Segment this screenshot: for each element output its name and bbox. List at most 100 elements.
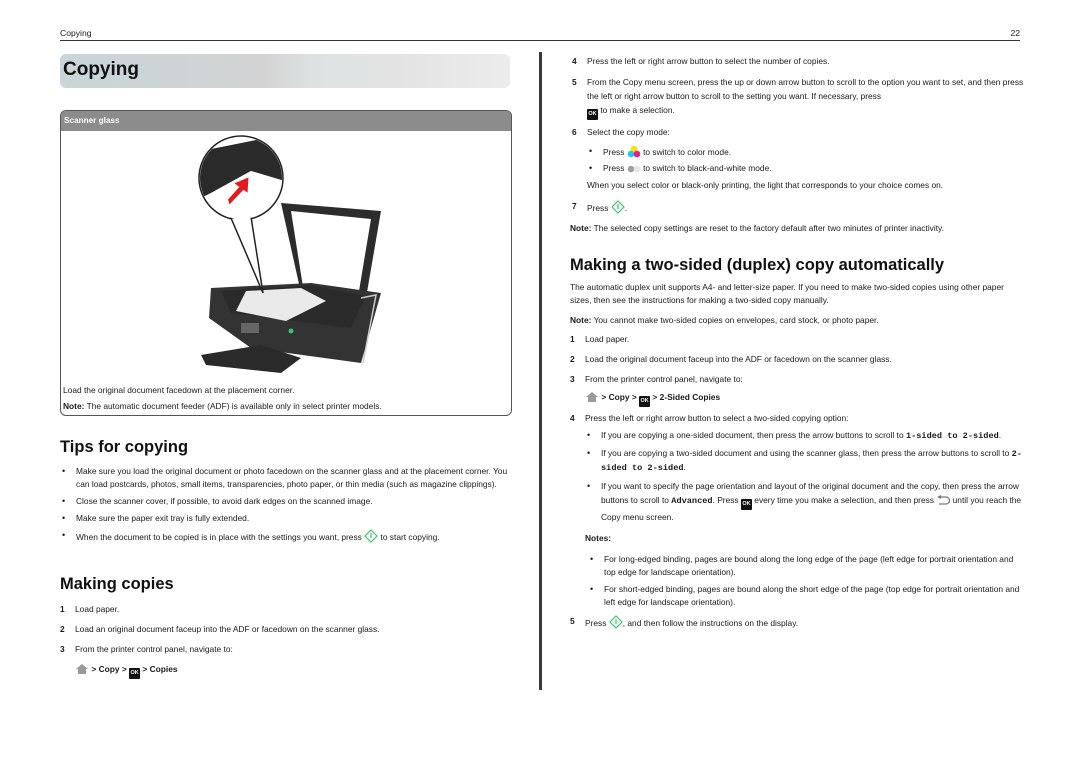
- nav-sep: >: [91, 664, 97, 674]
- step-text: From the printer control panel, navigate…: [585, 374, 743, 384]
- mode-option-color: Press to switch to color mode.: [587, 145, 1024, 159]
- step-text-after: .: [624, 203, 628, 213]
- column-change-bar: [539, 52, 542, 690]
- step: 2 Load an original document faceup into t…: [60, 623, 510, 636]
- note-label: Note:: [570, 223, 592, 233]
- ok-icon: OK: [129, 668, 141, 679]
- option-text: If you are copying a one-sided document,…: [601, 430, 906, 440]
- printer-illustration: [198, 135, 381, 373]
- step-text: From the Copy menu screen, press the up …: [587, 77, 1024, 101]
- option-post: .: [998, 430, 1002, 440]
- step-number: 2: [60, 624, 65, 634]
- nav-target: 2-Sided Copies: [659, 392, 721, 402]
- figure-title: Scanner glass: [64, 116, 120, 125]
- step: 1 Load paper.: [60, 603, 510, 616]
- chapter-banner: Copying: [60, 54, 510, 88]
- step-number: 3: [60, 644, 65, 654]
- scanner-glass-figure: Scanner glass Load the original document…: [60, 110, 512, 416]
- duplex-note-item: For long-edged binding, pages are bound …: [588, 553, 1026, 579]
- step-number: 5: [570, 616, 575, 626]
- nav-sep: >: [142, 664, 148, 674]
- option-post: to switch to color mode.: [643, 147, 732, 157]
- nav-sep: >: [652, 392, 658, 402]
- page-number: 22: [1010, 28, 1020, 38]
- note-text: The selected copy settings are reset to …: [591, 223, 944, 233]
- lid-inner: [291, 211, 371, 291]
- figure-header: Scanner glass: [61, 111, 511, 131]
- tips-heading: Tips for copying: [60, 438, 189, 456]
- step-text: Press the left or right arrow button to …: [587, 56, 830, 66]
- tip-item: Close the scanner cover, if possible, to…: [60, 495, 510, 508]
- step-text: Load an original document faceup into th…: [75, 624, 380, 634]
- running-header-section: Copying: [60, 28, 92, 38]
- step-number: 1: [570, 334, 575, 344]
- start-icon: [608, 615, 623, 629]
- tips-section: Tips for copying Make sure you load the …: [60, 438, 510, 544]
- chapter-title: Copying: [63, 59, 139, 80]
- nav-target: Copies: [149, 664, 178, 674]
- header-rule: [60, 40, 1020, 41]
- option-mid: . Press: [712, 495, 739, 505]
- step: 1 Load paper.: [570, 333, 1026, 346]
- step-number: 6: [572, 127, 577, 137]
- step-text: Select the copy mode:: [587, 127, 670, 137]
- ok-icon: OK: [740, 499, 752, 510]
- tip-text: Make sure you load the original document…: [76, 466, 508, 489]
- start-icon: [610, 200, 625, 214]
- option-code: Advanced: [671, 496, 713, 506]
- start-button-light: [288, 328, 294, 334]
- making-copies-heading: Making copies: [60, 575, 174, 593]
- note-label: Note:: [63, 401, 85, 411]
- step: 5 Press , and then follow the instruction…: [570, 615, 1026, 630]
- note-text: You cannot make two-sided copies on enve…: [591, 315, 879, 325]
- step: 6 Select the copy mode:: [572, 126, 1024, 139]
- tip-item: Make sure you load the original document…: [60, 465, 510, 491]
- step-number: 1: [60, 604, 65, 614]
- duplex-intro: The automatic duplex unit supports A4- a…: [570, 282, 1004, 305]
- ok-icon: OK: [639, 396, 651, 407]
- duplex-option: If you are copying a one-sided document,…: [585, 429, 1026, 443]
- home-icon: [586, 392, 598, 402]
- figure-caption: Load the original document facedown at t…: [63, 385, 295, 395]
- duplex-nav-path: > Copy > OK > 2-Sided Copies: [570, 391, 1026, 407]
- color-mode-icon: [627, 145, 641, 158]
- step-number: 2: [570, 354, 575, 364]
- tip-text: When the document to be copied is in pla…: [76, 532, 362, 542]
- step-text: Press: [585, 618, 607, 628]
- tip-text: to start copying.: [380, 532, 440, 542]
- nav-copy: Copy: [608, 392, 630, 402]
- duplex-heading: Making a two-sided (duplex) copy automat…: [570, 256, 945, 274]
- option-code: 1-sided to 2-sided: [905, 431, 999, 441]
- nav-sep: >: [601, 392, 607, 402]
- black-white-mode-icon: [627, 165, 641, 173]
- step-text: Load paper.: [585, 334, 630, 344]
- notes-label: Notes:: [585, 533, 612, 543]
- nav-sep: >: [631, 392, 637, 402]
- step-number: 4: [572, 56, 577, 66]
- tip-text: Close the scanner cover, if possible, to…: [76, 496, 373, 506]
- step-number: 3: [570, 374, 575, 384]
- copy-settings-note: Note: The selected copy settings are res…: [570, 222, 1024, 235]
- step: 4 Press the left or right arrow button to…: [570, 412, 1026, 425]
- figure-note: Note: The automatic document feeder (ADF…: [63, 401, 382, 411]
- option-post: to switch to black-and-white mode.: [643, 163, 772, 173]
- duplex-note: Note: You cannot make two-sided copies o…: [570, 314, 1026, 327]
- option-text: If you are copying a two-sided document …: [601, 448, 1012, 458]
- tip-text: Make sure the paper exit tray is fully e…: [76, 513, 250, 523]
- start-icon: [364, 529, 379, 543]
- step-text: Load paper.: [75, 604, 120, 614]
- step-number: 7: [572, 201, 577, 211]
- mode-option-bw: Press to switch to black-and-white mode.: [587, 162, 1024, 175]
- making-copies-section: Making copies 1 Load paper. 2 Load an orig…: [60, 575, 510, 679]
- step-text-after: to make a selection.: [600, 105, 675, 115]
- step: 4 Press the left or right arrow button to…: [572, 55, 1024, 68]
- step-text: Press: [587, 203, 609, 213]
- duplex-option: If you are copying a two-sided document …: [585, 447, 1026, 475]
- option-post: .: [683, 462, 686, 472]
- step: 3 From the printer control panel, navigat…: [570, 373, 1026, 386]
- note-text: The automatic document feeder (ADF) is a…: [84, 401, 382, 411]
- step-text: From the printer control panel, navigate…: [75, 644, 233, 654]
- note-label: Note:: [570, 315, 592, 325]
- step: 3 From the printer control panel, navigat…: [60, 643, 510, 656]
- nav-sep: >: [121, 664, 127, 674]
